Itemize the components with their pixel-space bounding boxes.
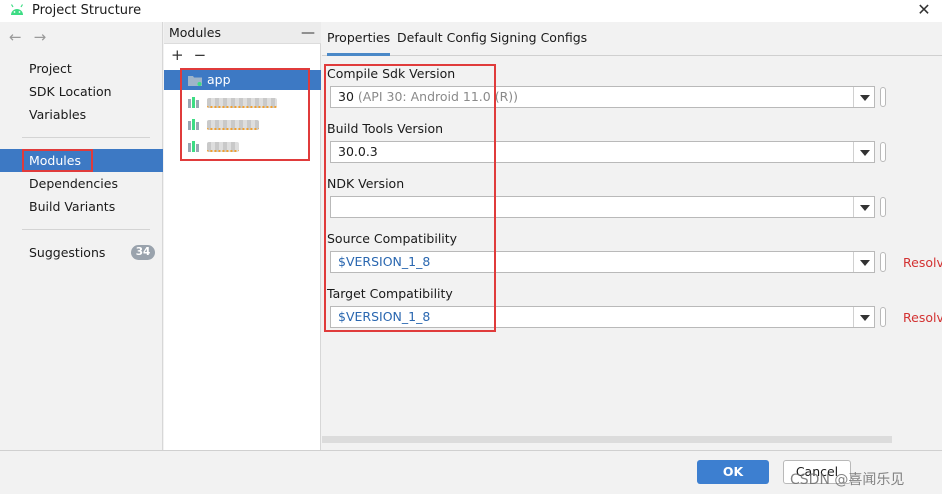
chevron-down-icon[interactable] — [853, 87, 874, 107]
folder-icon — [188, 76, 202, 86]
redacted-text — [207, 119, 259, 130]
android-icon — [10, 4, 24, 15]
tab-default-config[interactable]: Default Config — [397, 30, 487, 56]
ndk-combo[interactable] — [330, 196, 875, 218]
compile-sdk-hint: (API 30: Android 11.0 (R)) — [353, 89, 519, 104]
tab-signing-configs[interactable]: Signing Configs — [490, 30, 587, 56]
nav-item-variables[interactable]: Variables — [0, 103, 163, 126]
target-compat-label: Target Compatibility — [327, 286, 453, 301]
module-label: app — [207, 72, 231, 87]
tab-bar: Properties Default Config Signing Config… — [322, 22, 942, 56]
forward-arrow-icon[interactable]: → — [34, 28, 47, 46]
build-tools-side-button[interactable] — [880, 142, 886, 162]
redacted-text — [207, 141, 239, 152]
source-compat-value: $VERSION_1_8 — [338, 254, 431, 269]
collapse-icon[interactable]: — — [301, 22, 315, 44]
tab-properties[interactable]: Properties — [327, 30, 391, 56]
modules-panel: Modules — + − app — [164, 22, 321, 450]
nav-item-project[interactable]: Project — [0, 57, 163, 80]
nav-item-build-variants[interactable]: Build Variants — [0, 195, 163, 218]
target-compat-value: $VERSION_1_8 — [338, 309, 431, 324]
compile-sdk-side-button[interactable] — [880, 87, 886, 107]
properties-panel: Properties Default Config Signing Config… — [322, 22, 942, 450]
suggestions-count-badge: 34 — [131, 245, 155, 260]
title-bar: Project Structure ✕ — [0, 0, 942, 22]
nav-item-suggestions[interactable]: Suggestions 34 — [0, 241, 163, 264]
build-tools-combo[interactable]: 30.0.3 — [330, 141, 875, 163]
nav-item-sdk-location[interactable]: SDK Location — [0, 80, 163, 103]
modules-header: Modules — — [164, 22, 321, 44]
remove-module-icon[interactable]: − — [194, 46, 207, 64]
nav-item-modules[interactable]: Modules — [0, 149, 163, 172]
left-nav: ← → Project SDK Location Variables Module… — [0, 22, 163, 494]
ok-button[interactable]: OK — [697, 460, 769, 484]
target-compat-resolve-link[interactable]: Resolve — [903, 310, 942, 325]
add-module-icon[interactable]: + — [171, 46, 184, 64]
library-module-icon — [188, 97, 199, 108]
ndk-side-button[interactable] — [880, 197, 886, 217]
ndk-label: NDK Version — [327, 176, 405, 191]
compile-sdk-label: Compile Sdk Version — [327, 66, 456, 81]
chevron-down-icon[interactable] — [853, 142, 874, 162]
back-arrow-icon[interactable]: ← — [9, 28, 22, 46]
modules-toolbar: + − — [171, 46, 216, 64]
module-item[interactable] — [180, 92, 320, 112]
source-compat-label: Source Compatibility — [327, 231, 458, 246]
watermark: CSDN @喜闻乐见 — [790, 472, 905, 488]
compile-sdk-combo[interactable]: 30 (API 30: Android 11.0 (R)) — [330, 86, 875, 108]
horizontal-scrollbar[interactable] — [322, 436, 892, 443]
target-compat-combo[interactable]: $VERSION_1_8 — [330, 306, 875, 328]
chevron-down-icon[interactable] — [853, 307, 874, 327]
modules-header-label: Modules — [169, 25, 221, 40]
nav-item-label: Suggestions — [29, 245, 106, 260]
nav-divider — [22, 229, 150, 230]
nav-divider — [22, 137, 150, 138]
redacted-text — [207, 97, 277, 108]
nav-arrows: ← → — [9, 28, 58, 46]
dialog-button-bar: OK Cancel CSDN @喜闻乐见 — [0, 450, 942, 494]
library-module-icon — [188, 141, 199, 152]
close-icon[interactable]: ✕ — [916, 0, 932, 19]
build-tools-value: 30.0.3 — [338, 144, 378, 159]
window-title: Project Structure — [32, 3, 142, 18]
target-compat-side-button[interactable] — [880, 307, 886, 327]
build-tools-label: Build Tools Version — [327, 121, 444, 136]
chevron-down-icon[interactable] — [853, 197, 874, 217]
library-module-icon — [188, 119, 199, 130]
source-compat-side-button[interactable] — [880, 252, 886, 272]
module-item-app[interactable]: app — [164, 70, 321, 90]
source-compat-resolve-link[interactable]: Resolve — [903, 255, 942, 270]
chevron-down-icon[interactable] — [853, 252, 874, 272]
module-item[interactable] — [180, 136, 320, 156]
module-item[interactable] — [180, 114, 320, 134]
nav-item-dependencies[interactable]: Dependencies — [0, 172, 163, 195]
compile-sdk-value: 30 — [338, 89, 354, 104]
source-compat-combo[interactable]: $VERSION_1_8 — [330, 251, 875, 273]
